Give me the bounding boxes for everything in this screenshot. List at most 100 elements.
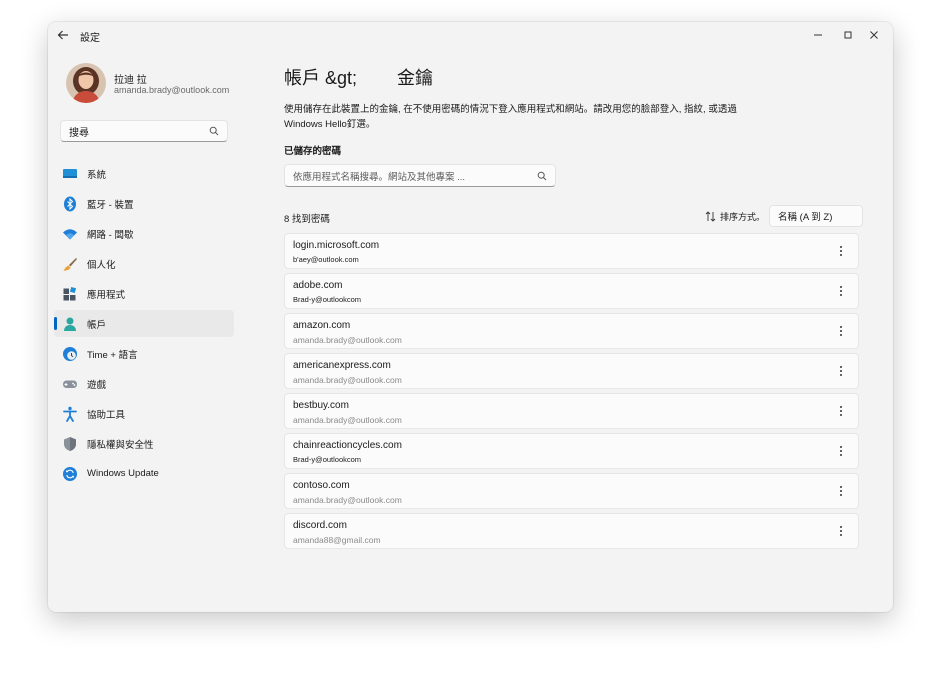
title-bar: 設定 <box>48 22 893 48</box>
sort-dropdown[interactable]: 名稱 (A 到 Z) <box>769 205 864 227</box>
password-row-chainreactioncycles[interactable]: chainreactioncycles.com Brad-y@outlookco… <box>284 433 859 469</box>
more-options-button[interactable] <box>834 244 848 258</box>
password-site: amazon.com <box>293 320 351 331</box>
sidebar-item-label: 藍牙 - 裝置 <box>87 199 134 211</box>
more-vertical-icon <box>840 526 842 536</box>
more-options-button[interactable] <box>834 364 848 378</box>
password-account: amanda.brady@outlook.com <box>293 415 402 425</box>
passwords-found-count: 8 找到密碼 <box>284 214 330 225</box>
sidebar-item-accounts[interactable]: 帳戶 <box>54 310 234 337</box>
sidebar-item-windows-update[interactable]: Windows Update <box>54 460 234 487</box>
more-options-button[interactable] <box>834 284 848 298</box>
shield-icon <box>62 436 78 452</box>
sidebar-item-time-language[interactable]: Time + 語言 <box>54 340 234 367</box>
avatar[interactable] <box>66 63 106 103</box>
maximize-icon <box>844 31 852 39</box>
close-icon <box>870 31 878 39</box>
search-icon <box>537 171 547 180</box>
user-email: amanda.brady@outlook.com <box>114 85 230 95</box>
sidebar-item-system[interactable]: 系統 <box>54 160 234 187</box>
sidebar-item-label: 隱私權與安全性 <box>87 439 154 451</box>
password-site: contoso.com <box>293 480 350 491</box>
sort-control: 排序方式。 名稱 (A 到 Z) <box>705 205 864 227</box>
saved-passwords-heading: 已儲存的密碼 <box>284 146 342 157</box>
minimize-icon <box>814 34 822 36</box>
sidebar-item-bluetooth-devices[interactable]: 藍牙 - 裝置 <box>54 190 234 217</box>
sort-arrows-icon <box>705 210 716 222</box>
sidebar-item-label: Windows Update <box>87 468 159 479</box>
more-options-button[interactable] <box>834 444 848 458</box>
password-row-americanexpress[interactable]: americanexpress.com amanda.brady@outlook… <box>284 353 859 389</box>
minimize-button[interactable] <box>803 27 833 43</box>
password-site: login.microsoft.com <box>293 240 380 251</box>
settings-search-input[interactable]: 搜尋 <box>60 120 228 142</box>
sidebar-item-privacy-security[interactable]: 隱私權與安全性 <box>54 430 234 457</box>
more-vertical-icon <box>840 486 842 496</box>
password-account: amanda.brady@outlook.com <box>293 495 402 505</box>
password-search-input[interactable]: 依應用程式名稱搜尋。網站及其他專案 ... <box>284 164 556 187</box>
sidebar-item-label: 帳戶 <box>87 319 107 331</box>
sidebar-item-label: 協助工具 <box>87 409 126 421</box>
password-row-contoso[interactable]: contoso.com amanda.brady@outlook.com <box>284 473 859 509</box>
user-name: 拉迪 拉 <box>114 75 147 86</box>
apps-icon <box>62 286 78 302</box>
password-account: Brad-y@outlookcom <box>293 455 362 464</box>
sidebar-item-label: 系統 <box>87 169 107 181</box>
password-row-discord[interactable]: discord.com amanda88@gmail.com <box>284 513 859 549</box>
close-button[interactable] <box>859 27 889 43</box>
more-options-button[interactable] <box>834 484 848 498</box>
page-title: 帳戶 &gt; 金鑰 <box>284 68 434 88</box>
more-options-button[interactable] <box>834 524 848 538</box>
window-title: 設定 <box>80 33 100 44</box>
sidebar-item-gaming[interactable]: 遊戲 <box>54 370 234 397</box>
gamepad-icon <box>62 376 78 392</box>
settings-search-value: 搜尋 <box>69 127 89 139</box>
more-options-button[interactable] <box>834 404 848 418</box>
user-photo-icon <box>66 63 106 103</box>
wifi-icon <box>62 226 78 242</box>
password-list: login.microsoft.com b'aey@outlook.com ad… <box>284 233 859 553</box>
password-account: amanda.brady@outlook.com <box>293 375 402 385</box>
password-site: chainreactioncycles.com <box>293 440 402 451</box>
more-vertical-icon <box>840 246 842 256</box>
sidebar-item-accessibility[interactable]: 協助工具 <box>54 400 234 427</box>
brush-icon <box>62 256 78 272</box>
more-vertical-icon <box>840 366 842 376</box>
sidebar-item-label: 遊戲 <box>87 379 107 391</box>
password-row-adobe[interactable]: adobe.com Brad-y@outlookcom <box>284 273 859 309</box>
page-description: 使用儲存在此裝置上的金鑰, 在不使用密碼的情況下登入應用程式和網站。請改用您的臉… <box>284 104 737 130</box>
sidebar-item-network[interactable]: 網路 - 闆歇 <box>54 220 234 247</box>
sidebar-item-label: Time + 語言 <box>87 349 138 361</box>
arrow-left-icon <box>57 30 68 40</box>
password-account: Brad-y@outlookcom <box>293 295 362 304</box>
sidebar-item-label: 應用程式 <box>87 289 126 301</box>
sidebar-item-apps[interactable]: 應用程式 <box>54 280 234 307</box>
password-account: amanda.brady@outlook.com <box>293 335 402 345</box>
more-options-button[interactable] <box>834 324 848 338</box>
password-row-amazon[interactable]: amazon.com amanda.brady@outlook.com <box>284 313 859 349</box>
monitor-icon <box>62 166 78 182</box>
sidebar-item-label: 網路 - 闆歇 <box>87 229 134 241</box>
globe-clock-icon <box>62 346 78 362</box>
password-account: b'aey@outlook.com <box>293 255 359 264</box>
password-search-placeholder: 依應用程式名稱搜尋。網站及其他專案 ... <box>293 171 466 183</box>
person-icon <box>62 316 78 332</box>
sort-label: 排序方式。 <box>720 211 766 222</box>
more-vertical-icon <box>840 446 842 456</box>
more-vertical-icon <box>840 406 842 416</box>
password-site: adobe.com <box>293 280 343 291</box>
sidebar-item-personalization[interactable]: 個人化 <box>54 250 234 277</box>
settings-window: 設定 拉迪 拉 amanda.brady@outlook.com 搜尋 系統 藍… <box>48 22 893 612</box>
sidebar-item-label: 個人化 <box>87 259 116 271</box>
back-button[interactable] <box>56 28 70 42</box>
bluetooth-icon <box>62 196 78 212</box>
password-site: bestbuy.com <box>293 400 349 411</box>
sidebar-nav: 系統 藍牙 - 裝置 網路 - 闆歇 個人化 應用程式 帳戶 Time + 語言… <box>54 160 234 490</box>
more-vertical-icon <box>840 326 842 336</box>
password-row-login-microsoft[interactable]: login.microsoft.com b'aey@outlook.com <box>284 233 859 269</box>
search-icon <box>209 126 219 136</box>
update-icon <box>62 466 78 482</box>
password-row-bestbuy[interactable]: bestbuy.com amanda.brady@outlook.com <box>284 393 859 429</box>
password-site: discord.com <box>293 520 347 531</box>
password-account: amanda88@gmail.com <box>293 535 381 545</box>
